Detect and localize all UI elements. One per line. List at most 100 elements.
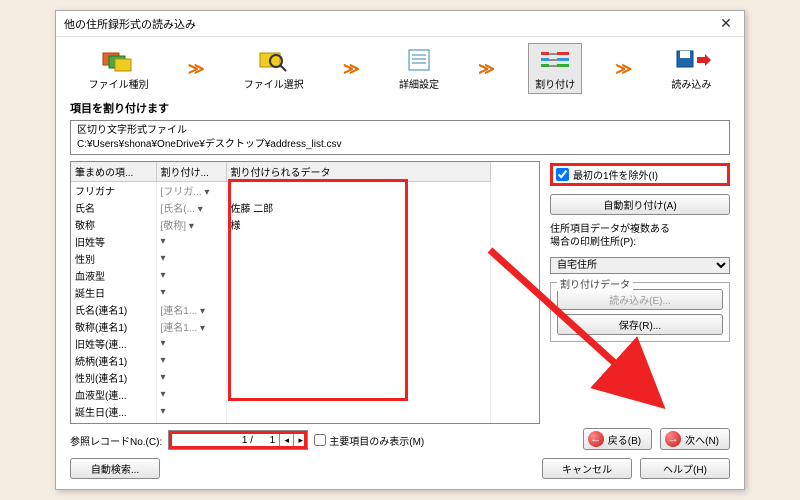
cell-key: 性別(連名1) <box>71 369 156 386</box>
record-next[interactable]: ▸ <box>293 431 307 449</box>
arrow-right-icon: → <box>665 431 681 447</box>
cell-key: 旧姓等(連... <box>71 335 156 352</box>
cell-key: 続柄(連名1) <box>71 352 156 369</box>
table-row[interactable]: 血液型(連... <box>71 386 491 403</box>
cell-key: 氏名2) <box>71 420 156 424</box>
cell-data: 様 <box>226 216 491 233</box>
table-row[interactable]: 氏名[氏名(...佐藤 二郎 <box>71 199 491 216</box>
cell-data <box>226 318 491 335</box>
auto-search-button[interactable]: 自動検索... <box>70 458 160 479</box>
step-mapping[interactable]: 割り付け <box>528 43 582 94</box>
col-header[interactable]: 筆まめの項... <box>71 162 156 182</box>
cell-map[interactable]: [連名1... <box>156 301 226 318</box>
cell-data <box>226 369 491 386</box>
mapping-table[interactable]: 筆まめの項... 割り付け... 割り付けられるデータ フリガナ[フリガ...氏… <box>70 161 540 424</box>
close-button[interactable]: ✕ <box>712 14 740 34</box>
table-row[interactable]: 誕生日 <box>71 284 491 301</box>
record-input[interactable] <box>169 433 279 448</box>
table-row[interactable]: 誕生日(連... <box>71 403 491 420</box>
cell-map[interactable]: [敬称] <box>156 216 226 233</box>
table-row[interactable]: 旧姓等 <box>71 233 491 250</box>
cell-map[interactable]: [氏名(... <box>156 199 226 216</box>
step-label: 詳細設定 <box>399 76 439 91</box>
cell-data <box>226 182 491 200</box>
table-row[interactable]: フリガナ[フリガ... <box>71 182 491 200</box>
cell-map[interactable] <box>156 284 226 301</box>
back-button[interactable]: ← 戻る(B) <box>583 428 652 450</box>
cell-map[interactable]: [連名1... <box>156 318 226 335</box>
table-row[interactable]: 氏名(連名1)[連名1... <box>71 301 491 318</box>
cell-map[interactable] <box>156 352 226 369</box>
table-row[interactable]: 敬称[敬称]様 <box>71 216 491 233</box>
table-row[interactable]: 続柄(連名1) <box>71 352 491 369</box>
step-details[interactable]: 詳細設定 <box>393 44 445 93</box>
exclude-first-label: 最初の1件を除外(I) <box>573 167 658 182</box>
record-prev[interactable]: ◂ <box>279 431 293 449</box>
exclude-first-checkbox[interactable] <box>556 168 569 181</box>
group-title: 割り付けデータ <box>557 276 633 291</box>
cell-map[interactable] <box>156 250 226 267</box>
cell-map[interactable] <box>156 386 226 403</box>
folders-icon <box>99 46 139 74</box>
cell-map[interactable] <box>156 369 226 386</box>
step-import[interactable]: 読み込み <box>665 44 717 93</box>
disk-icon <box>671 46 711 74</box>
chevron-icon: ≫ <box>343 59 360 79</box>
cell-map[interactable] <box>156 403 226 420</box>
file-type-line: 区切り文字形式ファイル <box>77 124 723 138</box>
help-button[interactable]: ヘルプ(H) <box>640 458 730 479</box>
window-title: 他の住所録形式の読み込み <box>64 16 196 32</box>
cell-key: 旧姓等 <box>71 233 156 250</box>
file-path-line: C:¥Users¥shona¥OneDrive¥デスクトップ¥address_l… <box>77 138 723 152</box>
cell-key: フリガナ <box>71 182 156 200</box>
cell-data <box>226 267 491 284</box>
main-only-label: 主要項目のみ表示(M) <box>329 433 424 448</box>
cell-data <box>226 420 491 424</box>
sheet-icon <box>399 46 439 74</box>
file-info: 区切り文字形式ファイル C:¥Users¥shona¥OneDrive¥デスクト… <box>70 120 730 155</box>
step-label: ファイル種別 <box>89 76 149 91</box>
table-row[interactable]: 性別(連名1) <box>71 369 491 386</box>
col-header[interactable]: 割り付けられるデータ <box>226 162 491 182</box>
mapping-data-group: 割り付けデータ 読み込み(E)... 保存(R)... <box>550 282 730 342</box>
cell-map[interactable] <box>156 233 226 250</box>
cell-key: 誕生日(連... <box>71 403 156 420</box>
cell-key: 氏名(連名1) <box>71 301 156 318</box>
cell-data <box>226 250 491 267</box>
cell-key: 血液型 <box>71 267 156 284</box>
arrow-left-icon: ← <box>588 431 604 447</box>
chevron-icon: ≫ <box>188 59 205 79</box>
next-button[interactable]: → 次へ(N) <box>660 428 730 450</box>
cell-map[interactable]: [フリガ... <box>156 182 226 200</box>
cell-data <box>226 386 491 403</box>
addr-note: 場合の印刷住所(P): <box>550 236 730 249</box>
cancel-button[interactable]: キャンセル <box>542 458 632 479</box>
cell-key: 性別 <box>71 250 156 267</box>
cell-map[interactable] <box>156 335 226 352</box>
auto-assign-button[interactable]: 自動割り付け(A) <box>550 194 730 215</box>
table-row[interactable]: 性別 <box>71 250 491 267</box>
address-select[interactable]: 自宅住所 <box>550 257 730 274</box>
table-row[interactable]: 氏名2)[連名2... <box>71 420 491 424</box>
cell-key: 氏名 <box>71 199 156 216</box>
table-row[interactable]: 旧姓等(連... <box>71 335 491 352</box>
step-label: 読み込み <box>671 76 711 91</box>
addr-note: 住所項目データが複数ある <box>550 223 730 236</box>
col-header[interactable]: 割り付け... <box>156 162 226 182</box>
save-data-button[interactable]: 保存(R)... <box>557 314 723 335</box>
page-subtitle: 項目を割り付けます <box>70 100 730 116</box>
cell-data <box>226 284 491 301</box>
record-label: 参照レコードNo.(C): <box>70 433 162 448</box>
exclude-first-row: 最初の1件を除外(I) <box>550 163 730 186</box>
cell-map[interactable]: [連名2... <box>156 420 226 424</box>
step-filetype[interactable]: ファイル種別 <box>83 44 155 93</box>
step-fileselect[interactable]: ファイル選択 <box>238 44 310 93</box>
table-row[interactable]: 敬称(連名1)[連名1... <box>71 318 491 335</box>
step-label: 割り付け <box>535 76 575 91</box>
table-row[interactable]: 血液型 <box>71 267 491 284</box>
import-data-button[interactable]: 読み込み(E)... <box>557 289 723 310</box>
magnifier-icon <box>254 46 294 74</box>
cell-map[interactable] <box>156 267 226 284</box>
main-only-checkbox[interactable] <box>314 434 326 446</box>
titlebar: 他の住所録形式の読み込み ✕ <box>56 11 744 37</box>
